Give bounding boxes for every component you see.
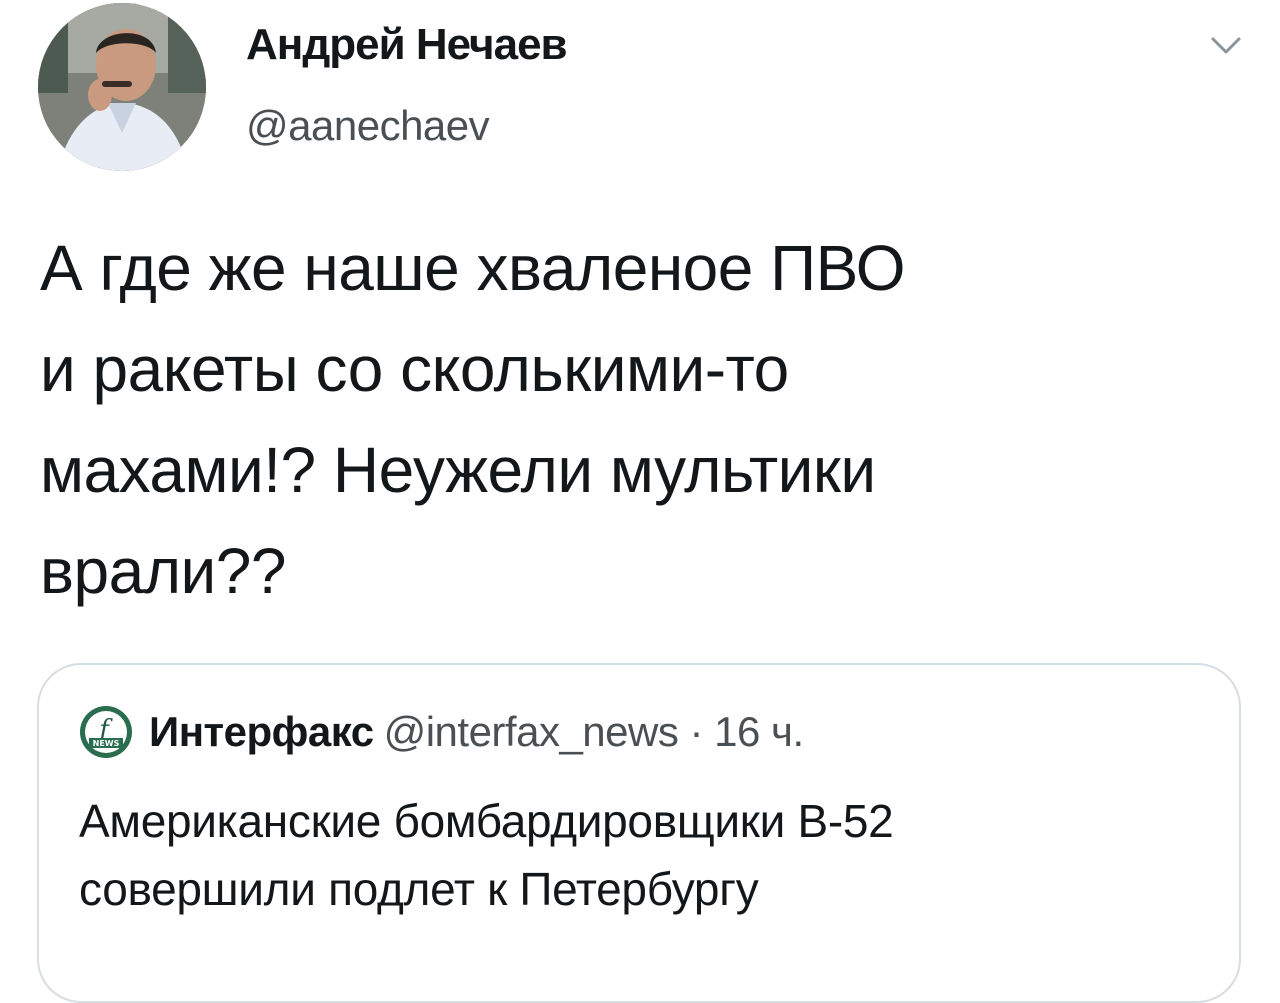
tweet-text-line: махами!? Неужели мультики <box>40 434 876 506</box>
quoted-tweet-card[interactable]: f NEWS Интерфакс @interfax_news · 16 ч. … <box>37 663 1241 1003</box>
tweet-menu-button[interactable] <box>1206 30 1246 64</box>
tweet: Андрей Нечаев @aanechaev А где же наше х… <box>0 0 1280 1003</box>
quoted-text-line: совершили подлет к Петербургу <box>79 863 759 915</box>
tweet-text-line: врали?? <box>40 535 286 607</box>
author-handle[interactable]: @aanechaev <box>246 102 490 150</box>
quoted-tweet-header: f NEWS Интерфакс @interfax_news · 16 ч. <box>79 702 804 762</box>
quoted-author-meta: @interfax_news · 16 ч. <box>383 708 805 755</box>
tweet-text-line: и ракеты со сколькими-то <box>40 333 789 405</box>
chevron-down-icon <box>1211 37 1241 54</box>
quoted-tweet-text: Американские бомбардировщики B-52 соверш… <box>79 787 1199 923</box>
user-avatar-icon <box>38 3 206 171</box>
tweet-text: А где же наше хваленое ПВО и ракеты со с… <box>40 218 1240 622</box>
quoted-author-name: Интерфакс <box>149 708 374 755</box>
tweet-text-line: А где же наше хваленое ПВО <box>40 232 905 304</box>
quoted-text-line: Американские бомбардировщики B-52 <box>79 795 894 847</box>
author-avatar[interactable] <box>38 3 206 171</box>
author-display-name[interactable]: Андрей Нечаев <box>246 20 568 70</box>
interfax-logo-icon: f NEWS <box>79 705 133 759</box>
svg-text:NEWS: NEWS <box>93 739 120 748</box>
